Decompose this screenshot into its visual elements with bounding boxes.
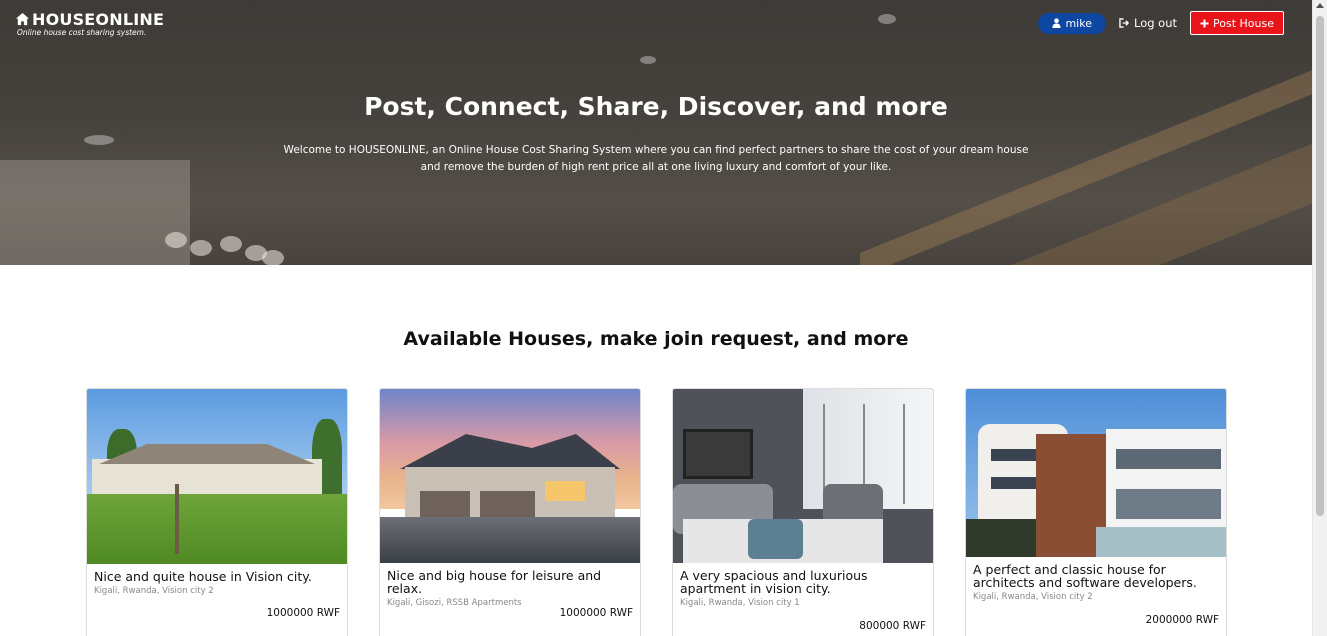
ceiling-light <box>84 135 114 145</box>
scrollbar-thumb[interactable] <box>1316 16 1324 516</box>
house-image[interactable] <box>673 389 933 563</box>
staircase <box>1000 140 1312 265</box>
chandelier-orb <box>262 250 284 265</box>
brand-tagline: Online house cost sharing system. <box>17 28 147 37</box>
house-location: Kigali, Rwanda, Vision city 1 <box>680 598 800 608</box>
house-icon <box>15 12 30 26</box>
house-title: A very spacious and luxurious apartment … <box>680 568 868 596</box>
chandelier-orb <box>190 240 212 256</box>
post-house-button[interactable]: Post House <box>1190 11 1284 35</box>
hero-banner: HOUSEONLINE Online house cost sharing sy… <box>0 0 1312 265</box>
hero-title: Post, Connect, Share, Discover, and more <box>364 92 948 121</box>
house-location: Kigali, Rwanda, Vision city 2 <box>94 586 214 596</box>
user-menu-button[interactable]: mike <box>1038 12 1106 34</box>
house-card[interactable]: A perfect and classic house for architec… <box>965 388 1227 636</box>
logout-label: Log out <box>1133 16 1178 30</box>
house-title: Nice and quite house in Vision city. <box>94 569 312 584</box>
house-image[interactable] <box>87 389 347 564</box>
page-scrollbar[interactable] <box>1312 0 1327 636</box>
house-price: 1000000 RWF <box>266 607 340 619</box>
top-nav: mike Log out Post House <box>1038 11 1284 35</box>
hero-window <box>0 160 190 265</box>
hero-description: Welcome to HOUSEONLINE, an Online House … <box>283 144 1029 173</box>
chandelier-orb <box>220 236 242 252</box>
logout-link[interactable]: Log out <box>1119 16 1177 30</box>
house-price: 800000 RWF <box>859 620 926 632</box>
house-title: Nice and big house for leisure and relax… <box>387 568 602 596</box>
house-price: 1000000 RWF <box>559 607 633 619</box>
house-location: Kigali, Rwanda, Vision city 2 <box>973 592 1093 602</box>
sign-out-icon <box>1119 18 1130 28</box>
house-image[interactable] <box>380 389 640 563</box>
post-house-label: Post House <box>1213 16 1274 30</box>
house-card[interactable]: Nice and quite house in Vision city. Kig… <box>86 388 348 636</box>
brand-name: HOUSEONLINE <box>32 10 165 29</box>
house-card[interactable]: Nice and big house for leisure and relax… <box>379 388 641 636</box>
ceiling-light <box>878 14 896 24</box>
section-title: Available Houses, make join request, and… <box>403 328 909 350</box>
house-card[interactable]: A very spacious and luxurious apartment … <box>672 388 934 636</box>
plus-icon <box>1200 18 1209 28</box>
house-image[interactable] <box>966 389 1226 557</box>
user-name: mike <box>1065 16 1092 30</box>
house-price: 2000000 RWF <box>1145 614 1219 626</box>
user-icon <box>1052 18 1062 28</box>
ceiling-light <box>640 56 656 64</box>
brand-logo[interactable]: HOUSEONLINE Online house cost sharing sy… <box>15 10 164 37</box>
scroll-up-arrow-icon[interactable] <box>1316 3 1324 8</box>
chandelier-orb <box>165 232 187 248</box>
house-title: A perfect and classic house for architec… <box>973 562 1197 590</box>
